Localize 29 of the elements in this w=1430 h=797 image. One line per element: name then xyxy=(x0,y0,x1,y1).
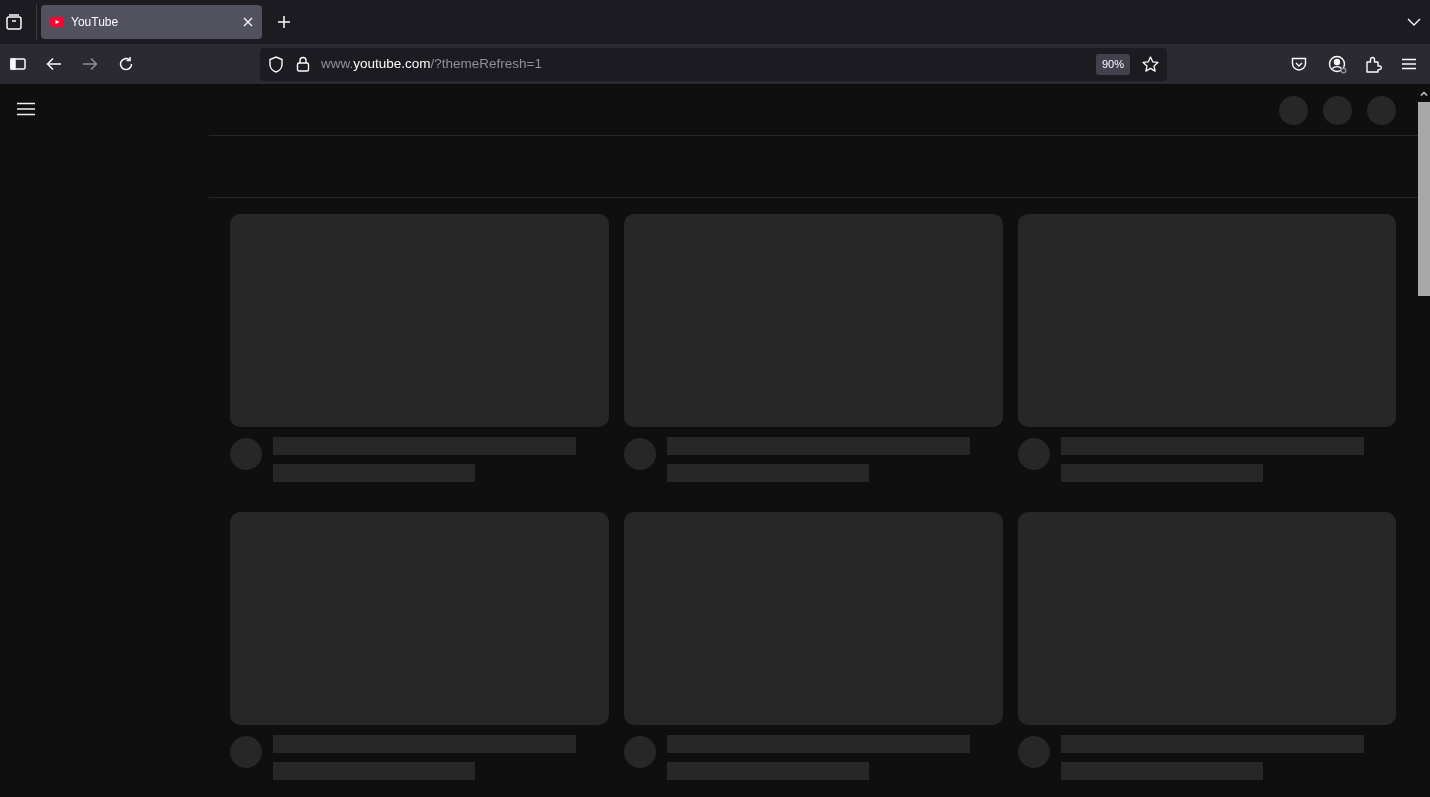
star-icon[interactable] xyxy=(1142,55,1159,73)
new-tab-icon[interactable] xyxy=(277,15,291,29)
tab-list-icon[interactable] xyxy=(5,13,23,31)
avatar-placeholder xyxy=(624,736,656,768)
chevron-down-icon[interactable] xyxy=(1407,18,1421,26)
lock-icon[interactable] xyxy=(296,56,310,72)
sidebar-icon[interactable] xyxy=(10,58,26,70)
close-icon[interactable] xyxy=(243,17,253,27)
menu-icon[interactable] xyxy=(17,102,35,116)
shield-icon[interactable] xyxy=(268,55,284,73)
scrollbar-thumb[interactable] xyxy=(1418,102,1430,296)
address-bar[interactable]: www.youtube.com/?themeRefresh=1 90% xyxy=(260,47,1167,81)
forward-arrow-icon[interactable] xyxy=(82,57,98,71)
reload-icon[interactable] xyxy=(118,56,134,72)
tab-title: YouTube xyxy=(71,14,120,31)
url-text[interactable]: www.youtube.com/?themeRefresh=1 xyxy=(321,53,1096,75)
avatar-placeholder xyxy=(230,438,262,470)
avatar-placeholder xyxy=(1018,736,1050,768)
avatar-placeholder xyxy=(230,736,262,768)
zoom-badge[interactable]: 90% xyxy=(1095,53,1130,75)
browser-tab[interactable]: YouTube xyxy=(41,5,262,39)
puzzle-piece-icon[interactable] xyxy=(1366,55,1382,73)
video-logo-icon xyxy=(50,17,64,27)
avatar-placeholder xyxy=(624,438,656,470)
scroll-up-icon[interactable] xyxy=(1420,91,1428,96)
back-arrow-icon[interactable] xyxy=(46,57,62,71)
avatar-placeholder xyxy=(1018,438,1050,470)
pocket-icon[interactable] xyxy=(1291,56,1307,72)
account-icon[interactable] xyxy=(1328,54,1347,74)
